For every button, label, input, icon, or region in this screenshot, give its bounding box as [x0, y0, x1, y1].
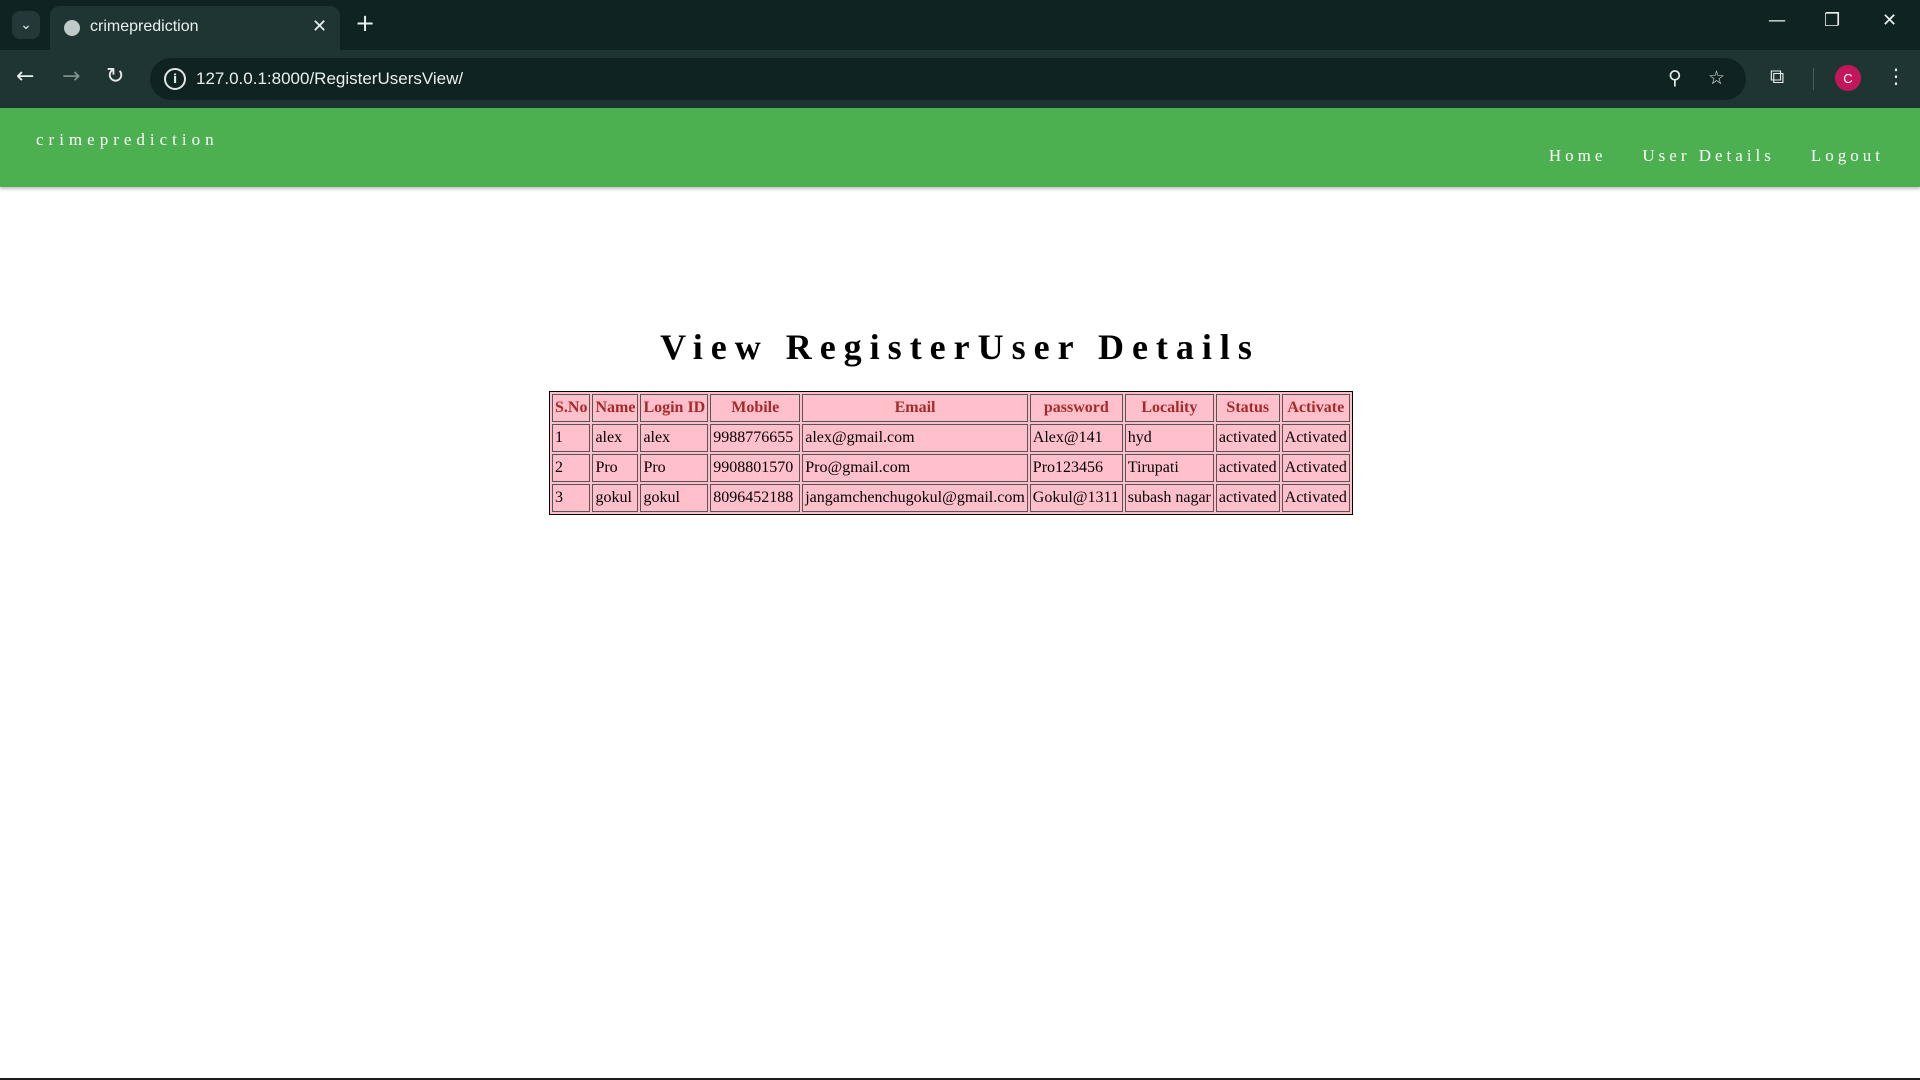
- nav-logout[interactable]: Logout: [1811, 146, 1884, 166]
- cell-mobile: 9908801570: [710, 454, 801, 482]
- tab-close-button[interactable]: ✕: [312, 16, 327, 37]
- nav-user-details[interactable]: User Details: [1642, 146, 1775, 166]
- cell-login-id: alex: [640, 424, 709, 452]
- cell-name: Pro: [592, 454, 639, 482]
- extensions-icon[interactable]: ⧉: [1770, 64, 1784, 88]
- column-header-name: Name: [592, 394, 639, 422]
- cell-locality: hyd: [1124, 424, 1214, 452]
- page-title: View RegisterUser Details: [660, 327, 1260, 367]
- zoom-icon[interactable]: ⚲: [1668, 67, 1682, 89]
- column-header-sno: S.No: [552, 394, 591, 422]
- table-header-row: S.No Name Login ID Mobile Email password…: [552, 394, 1350, 422]
- restore-button[interactable]: ❐: [1824, 10, 1840, 31]
- cell-mobile: 8096452188: [710, 484, 801, 512]
- users-table: S.No Name Login ID Mobile Email password…: [549, 391, 1353, 515]
- globe-icon: [64, 20, 80, 36]
- cell-name: gokul: [592, 484, 639, 512]
- cell-activate[interactable]: Activated: [1281, 484, 1350, 512]
- cell-mobile: 9988776655: [710, 424, 801, 452]
- url-text[interactable]: 127.0.0.1:8000/RegisterUsersView/: [196, 69, 463, 89]
- cell-activate[interactable]: Activated: [1281, 424, 1350, 452]
- cell-sno: 2: [552, 454, 591, 482]
- cell-sno: 3: [552, 484, 591, 512]
- bookmark-star-icon[interactable]: ☆: [1708, 67, 1725, 89]
- close-window-button[interactable]: ✕: [1882, 10, 1897, 31]
- cell-password: Pro123456: [1029, 454, 1123, 482]
- browser-tab-bar: ⌄ crimeprediction ✕ + — ❐ ✕: [0, 0, 1920, 50]
- tab-title: crimeprediction: [90, 18, 199, 35]
- table-row: 1 alex alex 9988776655 alex@gmail.com Al…: [552, 424, 1350, 452]
- cell-name: alex: [592, 424, 639, 452]
- main-nav: Home User Details Logout: [1549, 146, 1884, 166]
- cell-locality: Tirupati: [1124, 454, 1214, 482]
- cell-email: Pro@gmail.com: [802, 454, 1028, 482]
- address-bar[interactable]: i 127.0.0.1:8000/RegisterUsersView/ ⚲ ☆: [150, 58, 1746, 100]
- forward-button[interactable]: →: [62, 64, 80, 89]
- new-tab-button[interactable]: +: [355, 9, 375, 37]
- cell-status: activated: [1215, 424, 1280, 452]
- browser-toolbar: ← → ↻ i 127.0.0.1:8000/RegisterUsersView…: [0, 50, 1920, 108]
- cell-sno: 1: [552, 424, 591, 452]
- minimize-button[interactable]: —: [1768, 10, 1786, 31]
- cell-email: jangamchenchugokul@gmail.com: [802, 484, 1028, 512]
- cell-status: activated: [1215, 454, 1280, 482]
- table-row: 3 gokul gokul 8096452188 jangamchenchugo…: [552, 484, 1350, 512]
- column-header-email: Email: [802, 394, 1028, 422]
- nav-home[interactable]: Home: [1549, 146, 1607, 166]
- cell-login-id: Pro: [640, 454, 709, 482]
- column-header-status: Status: [1215, 394, 1280, 422]
- cell-locality: subash nagar: [1124, 484, 1214, 512]
- menu-kebab-icon[interactable]: ⋮: [1886, 64, 1906, 88]
- profile-avatar[interactable]: C: [1835, 65, 1861, 91]
- cell-password: Alex@141: [1029, 424, 1123, 452]
- tab-search-button[interactable]: ⌄: [12, 11, 40, 39]
- cell-activate[interactable]: Activated: [1281, 454, 1350, 482]
- cell-password: Gokul@1311: [1029, 484, 1123, 512]
- brand-logo[interactable]: crimeprediction: [36, 130, 219, 150]
- column-header-password: password: [1029, 394, 1123, 422]
- browser-tab[interactable]: crimeprediction ✕: [50, 6, 340, 50]
- cell-email: alex@gmail.com: [802, 424, 1028, 452]
- site-info-icon[interactable]: i: [164, 68, 186, 90]
- cell-status: activated: [1215, 484, 1280, 512]
- toolbar-divider: [1813, 68, 1814, 90]
- column-header-mobile: Mobile: [710, 394, 801, 422]
- column-header-activate: Activate: [1281, 394, 1350, 422]
- reload-button[interactable]: ↻: [106, 64, 124, 89]
- column-header-login-id: Login ID: [640, 394, 709, 422]
- cell-login-id: gokul: [640, 484, 709, 512]
- users-table-container: S.No Name Login ID Mobile Email password…: [549, 391, 1353, 515]
- table-row: 2 Pro Pro 9908801570 Pro@gmail.com Pro12…: [552, 454, 1350, 482]
- column-header-locality: Locality: [1124, 394, 1214, 422]
- back-button[interactable]: ←: [16, 64, 34, 89]
- site-header: crimeprediction Home User Details Logout: [0, 108, 1920, 187]
